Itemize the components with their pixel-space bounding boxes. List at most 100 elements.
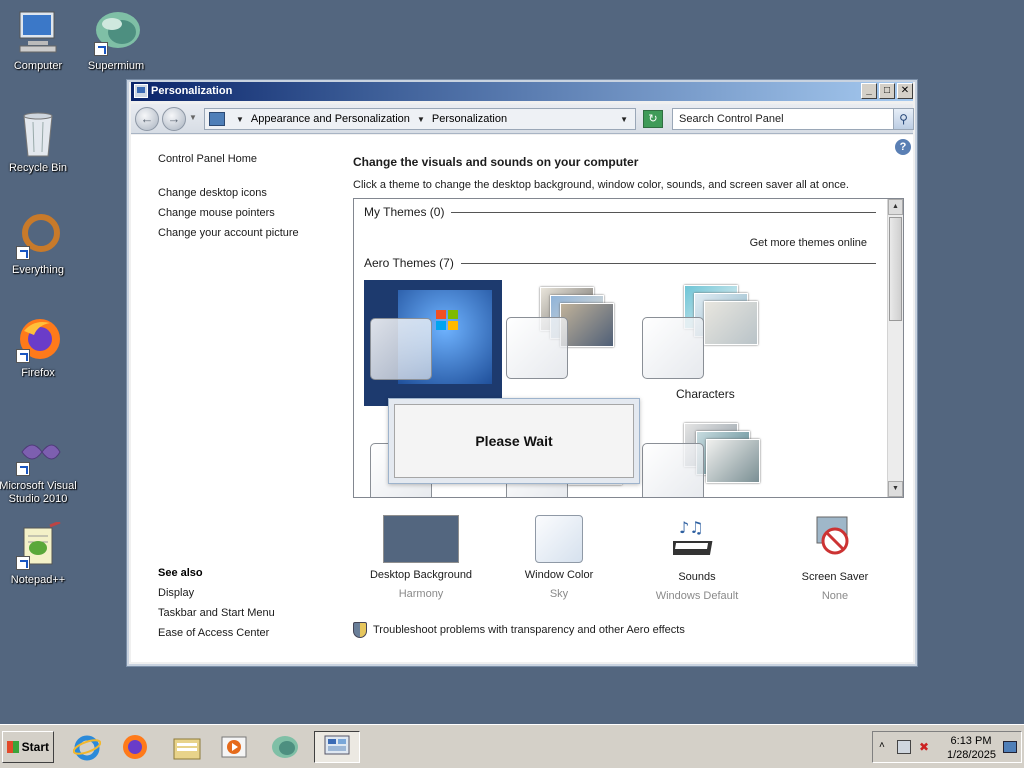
recent-pages-chevron-icon[interactable]: ▼ bbox=[189, 113, 197, 122]
taskbar: Start ˄ ✖ 6:13 PM 1/28/2025 bbox=[0, 724, 1024, 768]
chevron-down-icon[interactable]: ▼ bbox=[417, 115, 425, 124]
theme-architecture[interactable] bbox=[504, 285, 634, 395]
display-link[interactable]: Display bbox=[158, 587, 275, 599]
desktop-background-value: Harmony bbox=[398, 588, 444, 600]
show-desktop-icon[interactable] bbox=[1003, 741, 1017, 753]
sounds-item[interactable]: ♪♫ Sounds Windows Default bbox=[637, 515, 757, 602]
control-panel-home-link[interactable]: Control Panel Home bbox=[158, 153, 338, 165]
troubleshoot-label: Troubleshoot problems with transparency … bbox=[373, 624, 685, 636]
back-button[interactable]: ← bbox=[135, 107, 159, 131]
close-button[interactable]: ✕ bbox=[897, 83, 913, 99]
desktop-icon-label: Supermium bbox=[87, 60, 145, 72]
scroll-thumb[interactable] bbox=[889, 217, 902, 321]
sounds-label: Sounds bbox=[678, 571, 716, 583]
search-icon[interactable]: ⚲ bbox=[893, 109, 913, 129]
recycle-bin-icon bbox=[14, 110, 62, 158]
desktop-icon-notepad-plus-plus[interactable]: Notepad++ bbox=[0, 520, 78, 587]
breadcrumb-appearance[interactable]: Appearance and Personalization bbox=[251, 113, 410, 125]
network-icon[interactable] bbox=[897, 740, 911, 754]
minimize-button[interactable]: _ bbox=[861, 83, 877, 99]
scroll-down-icon[interactable]: ▼ bbox=[888, 481, 903, 497]
shield-icon bbox=[353, 622, 367, 638]
desktop-icon-computer[interactable]: Computer bbox=[0, 8, 78, 73]
sounds-icon: ♪♫ bbox=[669, 515, 721, 565]
computer-icon bbox=[14, 8, 62, 56]
system-tray: ˄ ✖ 6:13 PM 1/28/2025 bbox=[872, 731, 1022, 763]
my-themes-label: My Themes (0) bbox=[364, 205, 445, 219]
taskbar-media-player[interactable] bbox=[217, 731, 251, 763]
change-mouse-pointers-link[interactable]: Change mouse pointers bbox=[158, 207, 338, 219]
window-color-item[interactable]: Window Color Sky bbox=[499, 515, 619, 600]
chevron-down-icon[interactable]: ▼ bbox=[236, 115, 244, 124]
supermium-icon bbox=[272, 736, 298, 758]
please-wait-dialog: Please Wait bbox=[388, 398, 640, 484]
desktop-icon-everything[interactable]: Everything bbox=[0, 212, 78, 277]
change-account-picture-link[interactable]: Change your account picture bbox=[158, 227, 338, 239]
start-button[interactable]: Start bbox=[2, 731, 54, 763]
ease-of-access-link[interactable]: Ease of Access Center bbox=[158, 627, 275, 639]
screen-saver-value: None bbox=[821, 590, 849, 602]
desktop-icon-label: Recycle Bin bbox=[8, 162, 68, 174]
help-icon[interactable]: ? bbox=[895, 139, 911, 155]
folder-icon bbox=[173, 738, 201, 760]
desktop-background-item[interactable]: Desktop Background Harmony bbox=[361, 515, 481, 600]
shortcut-arrow-icon bbox=[16, 462, 30, 476]
personalization-window: Personalization _ □ ✕ ← → ▼ ▼ Appearance… bbox=[126, 79, 918, 667]
media-player-icon bbox=[221, 736, 247, 758]
desktop-icon-label: Computer bbox=[13, 60, 63, 72]
change-desktop-icons-link[interactable]: Change desktop icons bbox=[158, 187, 338, 199]
control-panel-icon bbox=[324, 735, 350, 755]
screen-saver-item[interactable]: Screen Saver None bbox=[775, 515, 895, 602]
taskbar-supermium[interactable] bbox=[268, 731, 302, 763]
scroll-up-icon[interactable]: ▲ bbox=[888, 199, 903, 215]
search-input[interactable] bbox=[673, 109, 891, 129]
theme-windows-7[interactable] bbox=[364, 280, 502, 406]
taskbar-control-panel[interactable] bbox=[314, 731, 360, 763]
window-title: Personalization bbox=[151, 85, 233, 97]
see-also-heading: See also bbox=[158, 567, 203, 579]
window-titlebar[interactable]: Personalization _ □ ✕ bbox=[131, 82, 913, 101]
troubleshoot-link[interactable]: Troubleshoot problems with transparency … bbox=[353, 622, 685, 638]
breadcrumb-personalization[interactable]: Personalization bbox=[432, 113, 507, 125]
notepad-plus-plus-icon bbox=[14, 520, 62, 570]
shortcut-arrow-icon bbox=[16, 556, 30, 570]
control-panel-icon bbox=[134, 84, 148, 98]
show-hidden-icons-chevron-icon[interactable]: ˄ bbox=[879, 740, 885, 751]
theme-label-characters: Characters bbox=[676, 387, 735, 401]
window-color-value: Sky bbox=[549, 588, 569, 600]
forward-button[interactable]: → bbox=[162, 107, 186, 131]
internet-explorer-icon bbox=[73, 735, 101, 761]
taskbar-file-explorer[interactable] bbox=[170, 731, 204, 763]
page-title: Change the visuals and sounds on your co… bbox=[353, 155, 639, 169]
refresh-button[interactable]: ↻ bbox=[643, 110, 663, 128]
theme-characters[interactable] bbox=[640, 285, 770, 395]
taskbar-firefox[interactable] bbox=[118, 731, 152, 763]
get-more-themes-link[interactable]: Get more themes online bbox=[750, 237, 867, 249]
firefox-icon bbox=[123, 735, 147, 759]
desktop-icon-recycle-bin[interactable]: Recycle Bin bbox=[0, 110, 78, 175]
desktop-icon-supermium[interactable]: Supermium bbox=[76, 8, 156, 73]
clock-time: 6:13 PM bbox=[950, 735, 992, 747]
volume-muted-icon[interactable]: ✖ bbox=[919, 740, 929, 754]
screen-saver-label: Screen Saver bbox=[801, 571, 869, 583]
taskbar-internet-explorer[interactable] bbox=[70, 731, 104, 763]
clock-date: 1/28/2025 bbox=[947, 749, 996, 761]
themes-scrollbar[interactable]: ▲ ▼ bbox=[887, 199, 903, 497]
please-wait-text: Please Wait bbox=[394, 404, 634, 478]
address-field[interactable]: ▼ Appearance and Personalization ▼ Perso… bbox=[204, 108, 636, 130]
screen-saver-icon bbox=[811, 515, 859, 565]
sounds-value: Windows Default bbox=[655, 590, 739, 602]
theme-scenes[interactable] bbox=[640, 423, 770, 497]
windows-flag-icon bbox=[7, 741, 19, 753]
desktop-icon-firefox[interactable]: Firefox bbox=[0, 315, 78, 380]
clock[interactable]: 6:13 PM 1/28/2025 bbox=[947, 734, 996, 762]
page-subtitle: Click a theme to change the desktop back… bbox=[353, 179, 849, 191]
visual-studio-icon bbox=[14, 428, 62, 476]
shortcut-arrow-icon bbox=[16, 349, 30, 363]
address-toolbar: ← → ▼ ▼ Appearance and Personalization ▼… bbox=[131, 104, 914, 134]
desktop-background-swatch bbox=[383, 515, 459, 563]
address-dropdown-icon[interactable]: ▼ bbox=[620, 115, 628, 124]
desktop-icon-visual-studio[interactable]: Microsoft Visual Studio 2010 bbox=[0, 428, 78, 506]
maximize-button[interactable]: □ bbox=[879, 83, 895, 99]
taskbar-start-menu-link[interactable]: Taskbar and Start Menu bbox=[158, 607, 275, 619]
